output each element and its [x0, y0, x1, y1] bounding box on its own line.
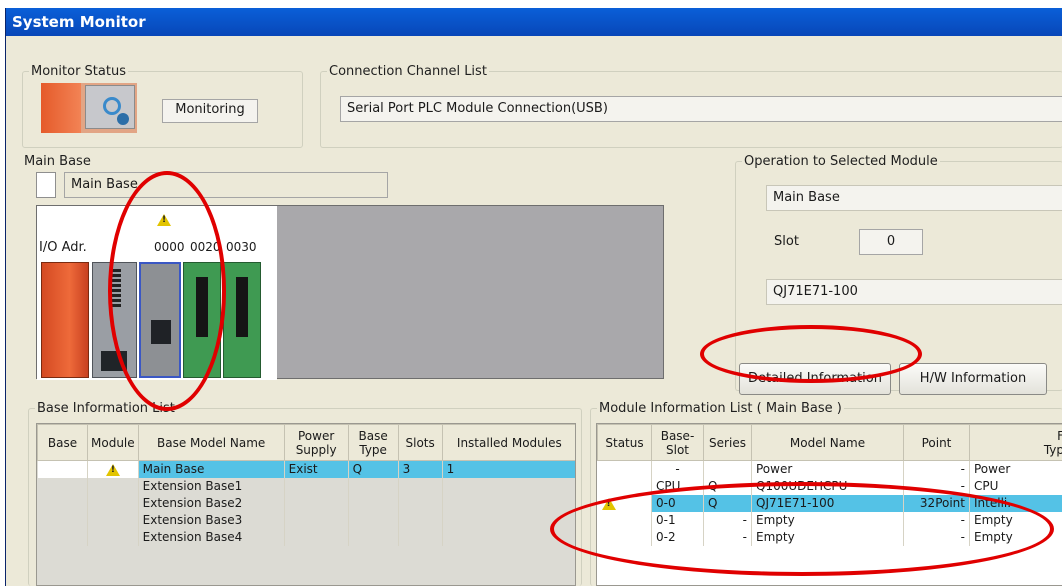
power-supply-module: [41, 262, 89, 378]
col-module[interactable]: Module: [87, 424, 139, 461]
cell-point: -: [903, 512, 970, 529]
io-address-label: I/O Adr.: [39, 240, 87, 255]
col-status[interactable]: Status: [597, 424, 652, 461]
module-info-table: Status Base-Slot Series Model Name Point…: [597, 424, 1062, 546]
table-row[interactable]: Main Base Exist Q 3 1: [37, 460, 575, 478]
base-info-legend: Base Information List: [37, 401, 175, 416]
cell-slots: 3: [398, 460, 443, 478]
cell-model: QJ71E71-100: [751, 495, 904, 512]
col-model-name[interactable]: Model Name: [751, 424, 904, 461]
cell-slot: -: [651, 460, 704, 478]
cell-name: Extension Base3: [138, 512, 285, 529]
module-slot-0[interactable]: [139, 262, 181, 378]
cell-base: [37, 460, 88, 478]
module-info-legend: Module Information List ( Main Base ): [599, 401, 842, 416]
cell-model: Empty: [751, 512, 904, 529]
cell-type: Q: [348, 460, 399, 478]
col-base-type[interactable]: Base Type: [347, 424, 399, 461]
connection-channel-field[interactable]: Serial Port PLC Module Connection(USB): [340, 96, 1062, 122]
cpu-module[interactable]: [92, 262, 137, 378]
cell-name: Extension Base2: [138, 495, 285, 512]
io-address-0: 0000: [154, 240, 185, 254]
slot-label: Slot: [774, 234, 799, 249]
cell-type: Empty: [969, 529, 1062, 546]
table-row[interactable]: CPU Q Q100UDEHCPU - CPU: [597, 478, 1062, 495]
col-type-label: Typ: [1043, 442, 1062, 457]
cell-slot: 0-2: [651, 529, 704, 546]
cell-series: -: [703, 512, 752, 529]
cell-installed: 1: [442, 460, 575, 478]
cell-model: Empty: [751, 529, 904, 546]
module-info-table-frame: Status Base-Slot Series Model Name Point…: [596, 423, 1062, 586]
cell-slot: 0-1: [651, 512, 704, 529]
cell-type: Empty: [969, 512, 1062, 529]
cell-point: -: [903, 478, 970, 495]
cell-power: Exist: [284, 460, 349, 478]
io-address-2: 0030: [226, 240, 257, 254]
operation-legend: Operation to Selected Module: [744, 154, 938, 169]
module-slot-2[interactable]: [223, 262, 261, 378]
col-type-partial: F: [972, 429, 1062, 443]
base-info-table: Base Module Base Model Name Power Supply…: [37, 424, 575, 546]
cell-name: Extension Base4: [138, 529, 285, 546]
hw-information-button[interactable]: H/W Information: [899, 363, 1047, 395]
warning-icon: [105, 463, 120, 476]
monitor-status-icon: [41, 83, 137, 133]
col-installed-modules[interactable]: Installed Modules: [441, 424, 575, 461]
cell-point: -: [903, 460, 970, 478]
slot-value: 0: [859, 229, 923, 255]
monitor-status-value: Monitoring: [162, 99, 258, 123]
cell-series: -: [703, 529, 752, 546]
io-address-1: 0020: [190, 240, 221, 254]
system-monitor-window: System Monitor Monitor Status Monitoring…: [5, 8, 1062, 586]
cell-point: -: [903, 529, 970, 546]
cell-name: Extension Base1: [138, 478, 285, 495]
monitor-status-legend: Monitor Status: [31, 64, 126, 79]
cell-series: Q: [703, 478, 752, 495]
cell-slot: 0-0: [651, 495, 704, 512]
table-row[interactable]: 0-1 - Empty - Empty: [597, 512, 1062, 529]
col-base-slot[interactable]: Base-Slot: [651, 424, 704, 461]
table-row[interactable]: 0-2 - Empty - Empty: [597, 529, 1062, 546]
detailed-information-button[interactable]: Detailed Information: [739, 363, 891, 395]
table-row[interactable]: Extension Base1: [37, 478, 575, 495]
table-row[interactable]: 0-0 Q QJ71E71-100 32Point Intelli.: [597, 495, 1062, 512]
table-row[interactable]: - Power - Power: [597, 460, 1062, 478]
window-title: System Monitor: [6, 8, 1062, 36]
operation-base-field: Main Base: [766, 185, 1062, 211]
rack-warning-icon: [157, 214, 171, 226]
col-slots[interactable]: Slots: [397, 424, 443, 461]
main-base-legend: Main Base: [24, 154, 91, 169]
cell-slot: CPU: [651, 478, 704, 495]
connection-legend: Connection Channel List: [329, 64, 487, 79]
table-row[interactable]: Extension Base2: [37, 495, 575, 512]
cell-series: Q: [703, 495, 752, 512]
cell-module: [87, 460, 139, 478]
cell-model: Power: [751, 460, 904, 478]
table-row[interactable]: Extension Base4: [37, 529, 575, 546]
col-base[interactable]: Base: [37, 424, 88, 461]
module-slot-1[interactable]: [183, 262, 221, 378]
col-type[interactable]: F Typ: [969, 424, 1062, 461]
col-point[interactable]: Point: [903, 424, 970, 461]
col-series[interactable]: Series: [703, 424, 752, 461]
col-base-model-name[interactable]: Base Model Name: [137, 424, 285, 461]
table-row[interactable]: Extension Base3: [37, 512, 575, 529]
cell-name: Main Base: [138, 460, 285, 478]
base-info-table-frame: Base Module Base Model Name Power Supply…: [36, 423, 576, 586]
cell-type: Intelli.: [969, 495, 1062, 512]
cell-type: Power: [969, 460, 1062, 478]
base-rack-view: I/O Adr. 0000 0020 0030: [36, 205, 664, 380]
cell-status: [597, 495, 652, 512]
main-base-selector[interactable]: Main Base: [64, 172, 388, 198]
operation-model-field: QJ71E71-100: [766, 279, 1062, 305]
warning-icon: [601, 497, 616, 510]
col-power-supply[interactable]: Power Supply: [283, 424, 349, 461]
main-base-checkbox[interactable]: [36, 172, 56, 198]
cell-type: CPU: [969, 478, 1062, 495]
cell-model: Q100UDEHCPU: [751, 478, 904, 495]
cell-point: 32Point: [903, 495, 970, 512]
